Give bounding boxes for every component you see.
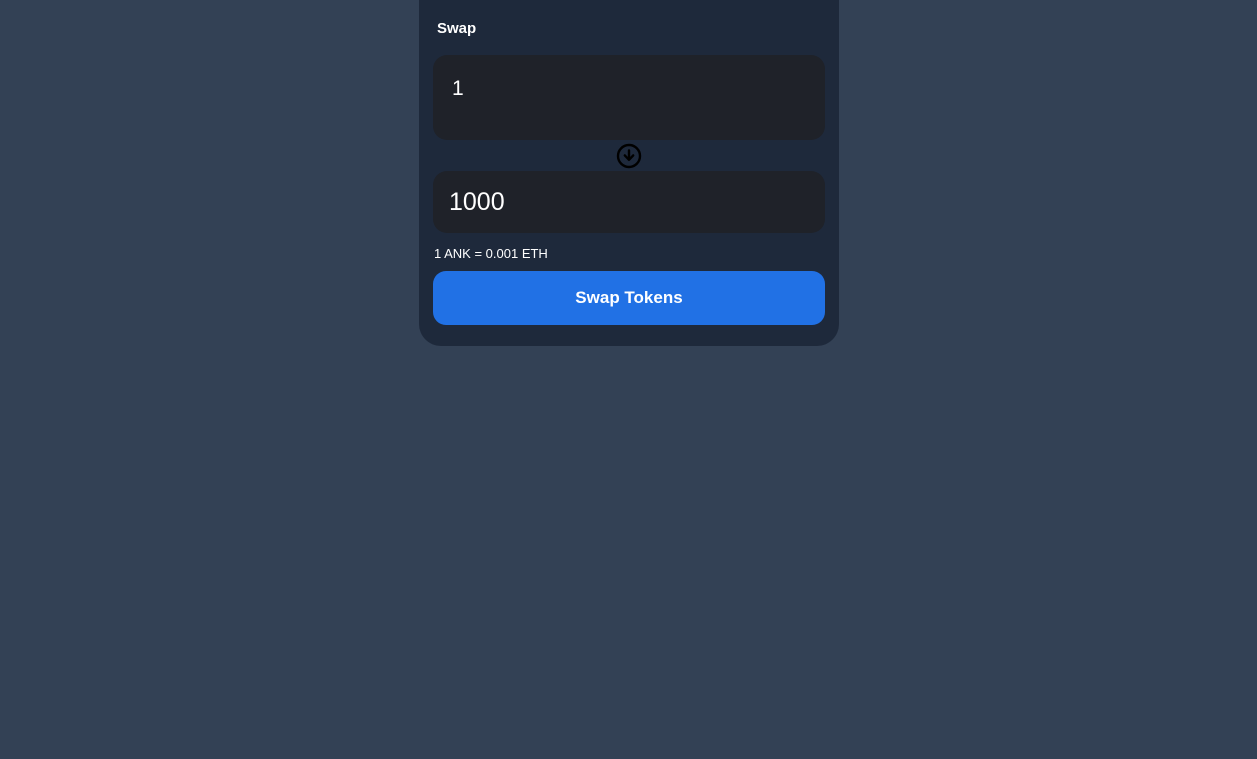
swap-tokens-button[interactable]: Swap Tokens (433, 271, 825, 325)
to-amount-box (433, 171, 825, 233)
swap-card: Swap 1 ANK = 0.001 ETH Swap Tokens (419, 0, 839, 346)
to-amount-input[interactable] (433, 171, 825, 233)
arrow-down-circle-icon[interactable] (616, 143, 642, 169)
from-amount-box (433, 55, 825, 140)
swap-title: Swap (437, 20, 477, 37)
from-amount-input[interactable] (433, 55, 825, 123)
exchange-rate-text: 1 ANK = 0.001 ETH (434, 246, 548, 261)
